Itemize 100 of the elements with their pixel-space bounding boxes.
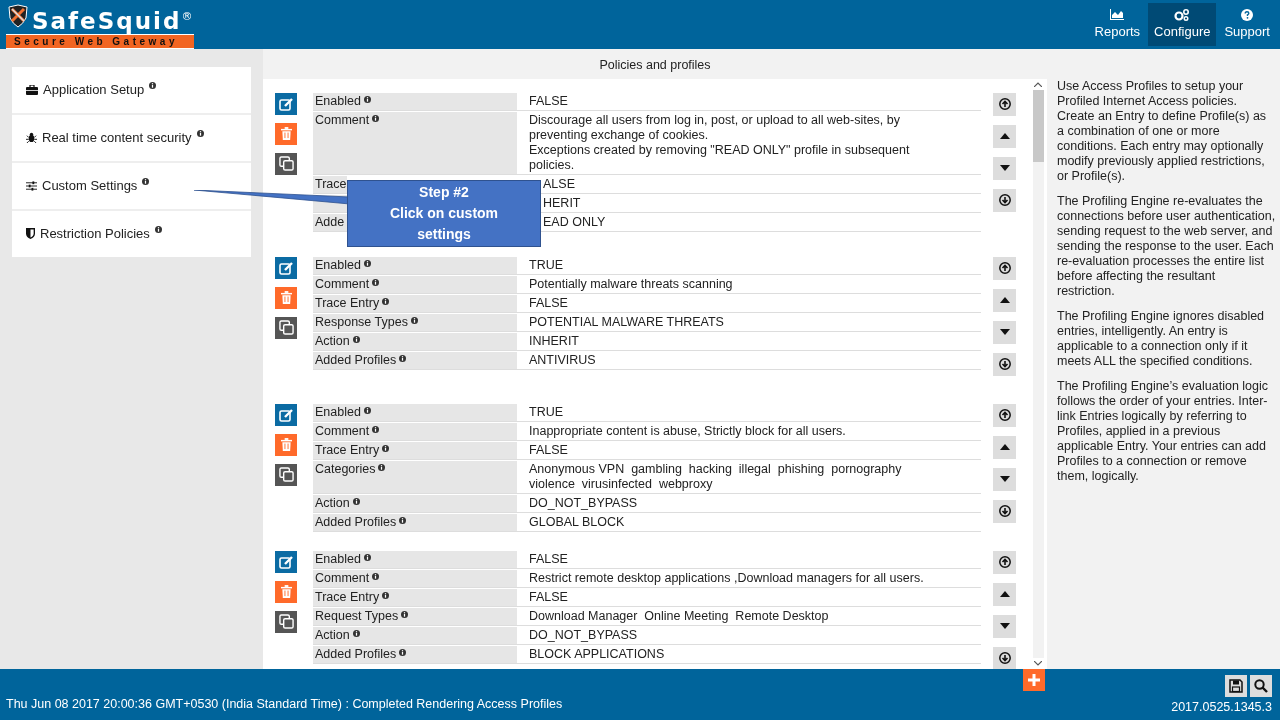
sidebar-item[interactable]: Application Setup [12,66,251,115]
info-icon [410,316,418,324]
delete-button[interactable] [275,433,297,456]
scrollbar-thumb[interactable] [1032,89,1044,162]
field-value: GLOBAL BLOCK [529,513,626,531]
move-down-button[interactable] [993,156,1016,180]
caret-up-icon [999,297,1010,304]
sidebar-item[interactable]: Restriction Policies [12,210,251,257]
nav-tab[interactable]: Reports [1088,3,1147,46]
move-up-button[interactable] [993,124,1016,148]
gears-icon [1174,9,1191,22]
edit-button[interactable] [275,256,297,279]
edit-button[interactable] [275,403,297,426]
caret-up-icon [999,133,1010,140]
info-icon [149,82,157,90]
field-value: DO_NOT_BYPASS [529,494,639,512]
shield-icon [26,228,35,240]
circle-down-icon [998,358,1011,371]
area-chart-icon [1109,9,1126,22]
move-bottom-button[interactable] [993,646,1016,669]
save-button[interactable] [1225,675,1247,697]
edit-icon [279,407,293,422]
copy-button[interactable] [275,610,297,633]
move-up-button[interactable] [993,582,1016,606]
delete-button[interactable] [275,286,297,309]
circle-down-icon [998,505,1011,518]
nav-tab[interactable]: Configure [1148,3,1217,46]
scroll-up-icon[interactable] [1034,81,1042,87]
move-up-button[interactable] [993,435,1016,459]
edit-icon [279,96,293,111]
info-icon [382,297,390,305]
field-value: HERIT [542,194,582,212]
bug-icon [26,132,37,144]
info-icon [382,444,390,452]
delete-button[interactable] [275,580,297,603]
copy-button[interactable] [275,152,297,175]
caret-down-icon [999,165,1010,172]
copy-button[interactable] [275,463,297,486]
field-label: Comment [315,112,370,129]
edit-icon [279,260,293,275]
copy-icon [278,320,294,336]
move-top-button[interactable] [993,256,1016,280]
shield-tools-icon [6,4,30,28]
field-label: Action [315,333,350,349]
field-value: ANTIVIRUS [529,351,597,369]
copy-icon [278,467,294,483]
field-value: TRUE [529,403,565,421]
callout-text: Click on custom settings [388,204,500,244]
field-label: Comment [315,423,370,439]
edit-button[interactable] [275,92,297,115]
move-top-button[interactable] [993,550,1016,574]
sidebar-item[interactable]: Real time content security [12,114,251,163]
move-bottom-button[interactable] [993,499,1016,523]
nav-tab[interactable]: Support [1218,3,1276,46]
copy-button[interactable] [275,316,297,339]
trash-icon [280,127,292,141]
logo-name: SafeSquid$^{®}$ [32,6,195,34]
field-value: POTENTIAL MALWARE THREATS [529,313,725,331]
trash-icon [280,291,292,305]
info-icon [372,425,380,433]
move-bottom-button[interactable] [993,352,1016,376]
field-label: Trace [315,176,347,192]
edit-button[interactable] [275,550,297,573]
field-label: Action [315,495,350,511]
search-button[interactable] [1250,675,1272,697]
help-paragraph: The Profiling Engine ignores disabled entries, intelligently. An entry is applicable to a connection only if it meets ALL the specified conditions. [1057,308,1266,369]
field-label: Enabled [315,257,361,273]
move-down-button[interactable] [993,614,1016,638]
circle-up-icon [998,262,1011,275]
field-label: Enabled [315,93,361,109]
circle-up-icon [998,98,1011,111]
move-bottom-button[interactable] [993,188,1016,212]
circle-up-icon [998,556,1011,569]
field-value: FALSE [529,294,569,312]
add-button[interactable] [1023,668,1045,691]
caret-up-icon [999,591,1010,598]
move-down-button[interactable] [993,467,1016,491]
info-icon [372,572,380,580]
help-paragraph: The Profiling Engine re-evaluates the connections before user authentication, sending request to the web server, and sending the response to the user. Each re-evaluation processes the entire list before affecting the resultant restriction. [1057,193,1276,299]
field-value: INHERIT [529,332,580,350]
circle-down-icon [998,652,1011,665]
field-value: FALSE [529,588,569,606]
field-label: Categories [315,461,376,478]
delete-button[interactable] [275,122,297,145]
status-message: Thu Jun 08 2017 20:00:36 GMT+0530 (India Standard Time) : Completed Rendering Access Profiles [6,697,563,711]
field-value: FALSE [529,550,569,568]
move-up-button[interactable] [993,288,1016,312]
field-label: Added Profiles [315,514,397,530]
field-value: Inappropriate content is abuse, Strictly block for all users. [529,422,847,440]
scroll-down-icon[interactable] [1034,660,1042,666]
move-top-button[interactable] [993,403,1016,427]
caret-down-icon [999,476,1010,483]
move-down-button[interactable] [993,320,1016,344]
field-value: TRUE [529,256,565,274]
move-top-button[interactable] [993,92,1016,116]
save-icon [1229,679,1243,693]
caret-down-icon [999,329,1010,336]
info-icon [372,278,380,286]
field-label: Request Types [315,608,399,624]
help-icon [1241,9,1254,22]
